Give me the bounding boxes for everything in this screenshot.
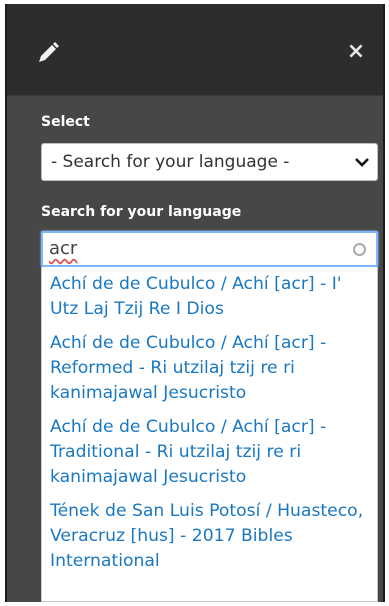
loading-icon [353, 243, 366, 256]
close-icon[interactable]: × [343, 39, 369, 65]
result-item[interactable]: Achí de de Cubulco / Achí [acr] - I' Utz… [42, 267, 377, 326]
pencil-icon[interactable] [35, 40, 61, 66]
language-panel: × Select - Search for your language - Se… [5, 4, 385, 602]
result-item[interactable]: Tének de San Luis Potosí / Huasteco, Ver… [42, 494, 377, 578]
search-results-list: Achí de de Cubulco / Achí [acr] - I' Utz… [41, 267, 378, 602]
select-label: Select [41, 114, 90, 130]
language-select[interactable]: - Search for your language - [41, 143, 378, 181]
result-item[interactable]: Achí de de Cubulco / Achí [acr] - Reform… [42, 326, 377, 410]
chevron-down-icon [355, 158, 369, 167]
search-input[interactable]: acr [41, 231, 378, 267]
panel-header: × [7, 4, 383, 96]
result-item[interactable]: Achí de de Cubulco / Achí [acr] - Tradit… [42, 410, 377, 494]
search-input-value: acr [49, 238, 78, 259]
search-label: Search for your language [41, 204, 242, 220]
select-value: - Search for your language - [51, 152, 290, 172]
